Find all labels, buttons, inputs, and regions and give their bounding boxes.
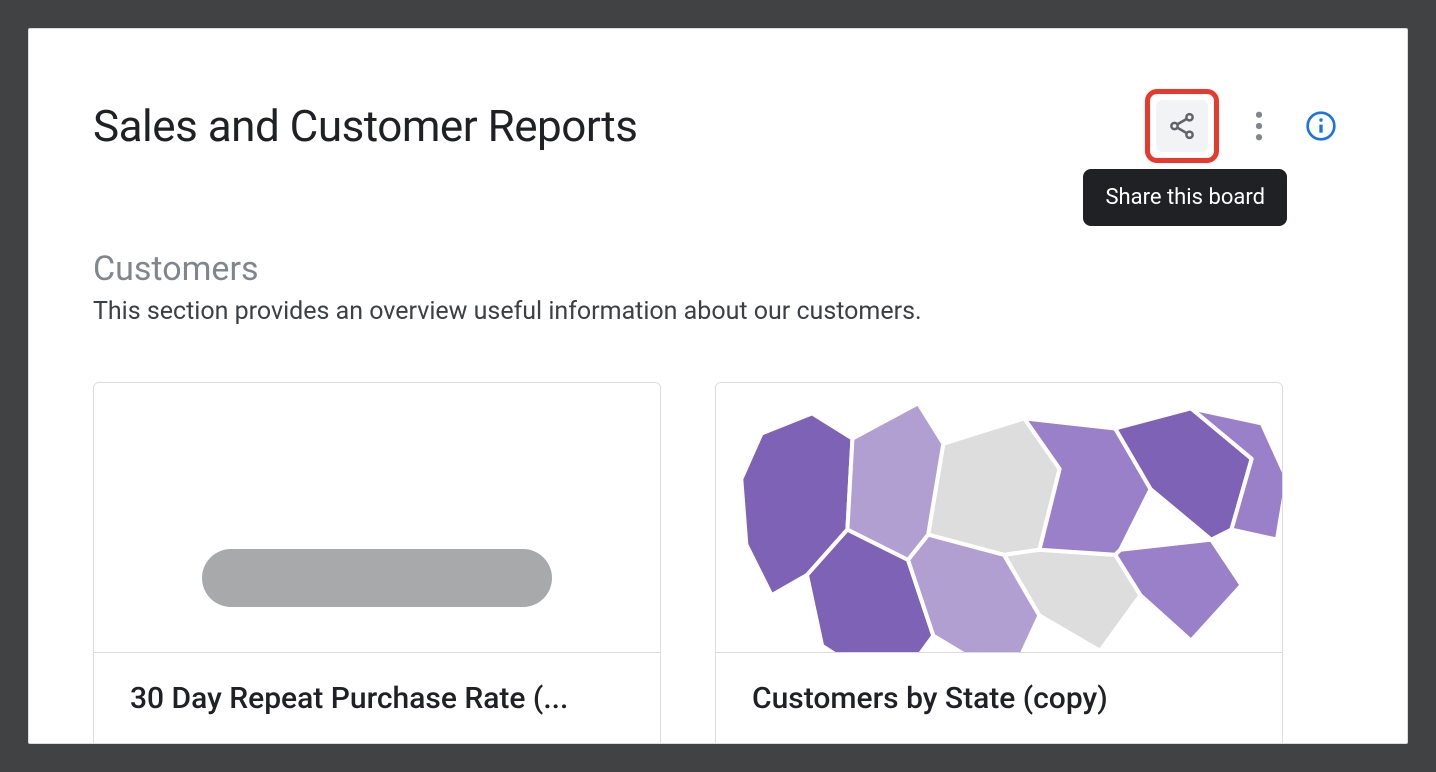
heart-filled-icon[interactable] xyxy=(1214,740,1246,744)
card-title: Customers by State (copy) xyxy=(752,681,1246,716)
card-body: 30 Day Repeat Purchase Rate (... 7 Views… xyxy=(94,653,660,744)
header-actions: Share this board xyxy=(1145,89,1343,163)
share-tooltip: Share this board xyxy=(1083,169,1287,226)
section-description: This section provides an overview useful… xyxy=(93,297,1343,326)
card-body: Customers by State (copy) 14 Views, 2 Fa… xyxy=(716,653,1282,744)
customers-section: Customers This section provides an overv… xyxy=(93,249,1343,326)
card-preview xyxy=(94,383,660,653)
more-options-button[interactable] xyxy=(1237,104,1281,148)
card-title: 30 Day Repeat Purchase Rate (... xyxy=(130,681,624,716)
section-title: Customers xyxy=(93,249,1343,289)
card-meta: 14 Views, 2 Favorites, By Tigre Docs xyxy=(752,743,1118,745)
cards-row: 30 Day Repeat Purchase Rate (... 7 Views… xyxy=(93,382,1343,744)
card-footer: 7 Views, By Tigre Docs xyxy=(130,740,624,744)
report-card[interactable]: 30 Day Repeat Purchase Rate (... 7 Views… xyxy=(93,382,661,744)
page-title: Sales and Customer Reports xyxy=(93,100,637,152)
share-button-highlight xyxy=(1145,89,1219,163)
info-button[interactable] xyxy=(1299,104,1343,148)
card-footer: 14 Views, 2 Favorites, By Tigre Docs xyxy=(752,740,1246,744)
board-panel: Sales and Customer Reports xyxy=(28,28,1408,744)
card-preview-map xyxy=(716,383,1282,653)
card-meta: 7 Views, By Tigre Docs xyxy=(130,743,361,745)
heart-outline-icon[interactable] xyxy=(592,740,624,744)
report-card[interactable]: Customers by State (copy) 14 Views, 2 Fa… xyxy=(715,382,1283,744)
info-icon xyxy=(1305,110,1337,142)
share-icon xyxy=(1167,111,1197,141)
header-row: Sales and Customer Reports xyxy=(93,89,1343,163)
map-icon xyxy=(716,383,1282,652)
kebab-icon xyxy=(1255,111,1263,141)
share-button[interactable] xyxy=(1156,100,1208,152)
loading-placeholder xyxy=(202,549,552,607)
